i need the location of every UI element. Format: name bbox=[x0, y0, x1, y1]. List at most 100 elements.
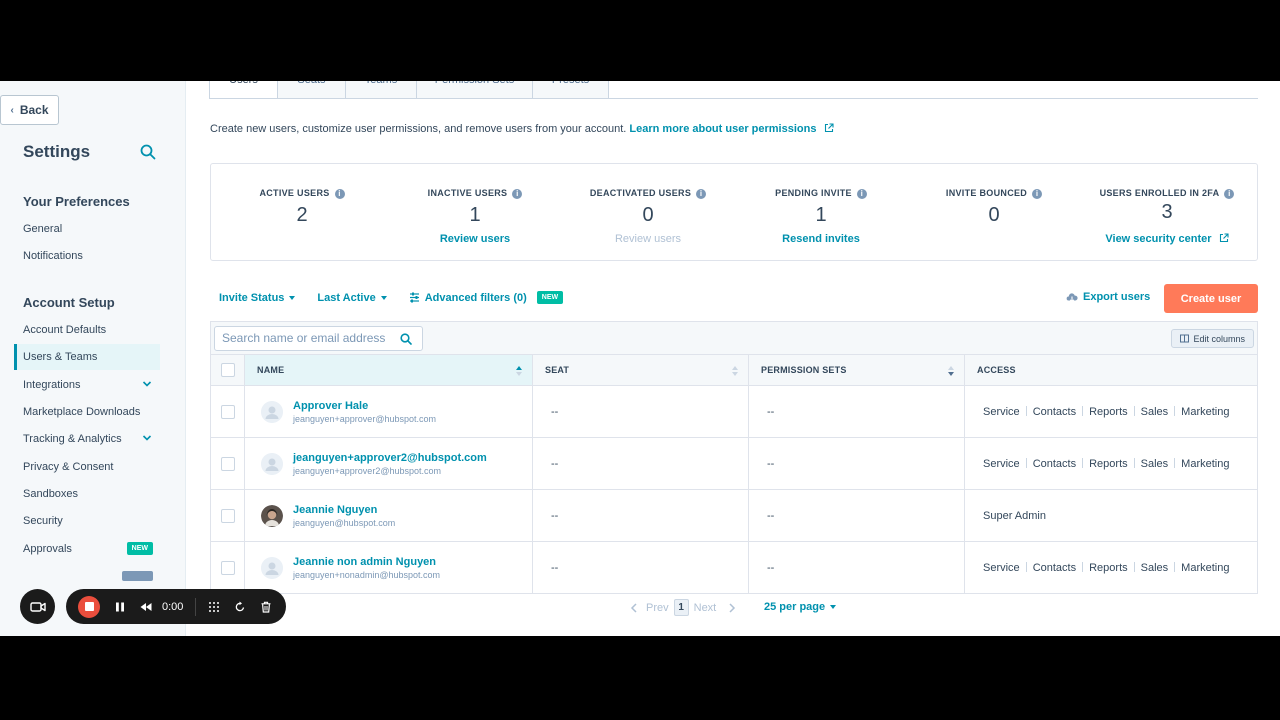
tab-teams[interactable]: Teams bbox=[345, 81, 417, 99]
select-all-checkbox[interactable] bbox=[221, 363, 235, 377]
stat-value: 1 bbox=[815, 204, 827, 226]
sidebar-item-privacy-consent[interactable]: Privacy & Consent bbox=[14, 454, 160, 480]
caret-down-icon bbox=[380, 295, 387, 300]
table-row[interactable]: jeanguyen+approver2@hubspot.com jeanguye… bbox=[210, 437, 1258, 490]
tab-presets[interactable]: Presets bbox=[532, 81, 609, 99]
default-user-icon bbox=[261, 452, 283, 475]
user-name-cell: jeanguyen+approver2@hubspot.com jeanguye… bbox=[244, 437, 533, 490]
row-select-cell bbox=[210, 489, 245, 542]
access-item: Service bbox=[983, 457, 1020, 470]
tab-users[interactable]: Users bbox=[209, 81, 278, 99]
sidebar-item-account-defaults[interactable]: Account Defaults bbox=[14, 317, 160, 343]
column-label: NAME bbox=[257, 365, 285, 375]
sort-ascending-icon bbox=[516, 366, 522, 376]
stop-recording-button[interactable] bbox=[78, 595, 100, 618]
export-users-button[interactable]: Export users bbox=[1066, 291, 1150, 303]
create-user-button[interactable]: Create user bbox=[1164, 284, 1258, 313]
select-all-header bbox=[210, 354, 245, 386]
row-checkbox[interactable] bbox=[221, 508, 235, 523]
sidebar-item-label: Tracking & Analytics bbox=[23, 433, 122, 445]
trash-icon[interactable] bbox=[260, 601, 272, 613]
stat-label: INVITE BOUNCED bbox=[945, 188, 1028, 198]
user-email: jeanguyen@hubspot.com bbox=[293, 517, 396, 528]
camera-toggle-button[interactable] bbox=[20, 589, 55, 624]
edit-columns-button[interactable]: Edit columns bbox=[1171, 329, 1254, 348]
advanced-filters-button[interactable]: Advanced filters (0) NEW bbox=[409, 291, 564, 304]
tab-seats[interactable]: Seats bbox=[277, 81, 346, 99]
sidebar-item-security[interactable]: Security bbox=[14, 508, 160, 534]
search-icon[interactable] bbox=[140, 144, 156, 160]
sidebar-item-marketplace-downloads[interactable]: Marketplace Downloads bbox=[14, 399, 160, 425]
permission-sets-cell: -- bbox=[748, 385, 965, 438]
sidebar-item-general[interactable]: General bbox=[14, 216, 160, 242]
pause-icon[interactable] bbox=[114, 601, 126, 613]
info-icon[interactable]: i bbox=[1032, 189, 1043, 199]
search-box bbox=[214, 326, 423, 351]
search-input[interactable] bbox=[222, 331, 392, 345]
user-email: jeanguyen+nonadmin@hubspot.com bbox=[293, 569, 440, 580]
per-page-select[interactable]: 25 per page bbox=[764, 601, 837, 613]
access-item: Contacts bbox=[1032, 561, 1077, 574]
column-seat[interactable]: SEAT bbox=[532, 354, 749, 386]
search-icon[interactable] bbox=[400, 333, 412, 345]
sidebar-item-notifications[interactable]: Notifications bbox=[14, 243, 160, 269]
invite-status-filter[interactable]: Invite Status bbox=[219, 292, 296, 304]
caret-down-icon bbox=[830, 605, 837, 609]
grid-dots-icon[interactable] bbox=[208, 601, 220, 613]
current-page[interactable]: 1 bbox=[673, 599, 689, 616]
sidebar-item-tracking-analytics[interactable]: Tracking & Analytics bbox=[14, 426, 160, 452]
access-cell: Super Admin bbox=[964, 489, 1258, 542]
user-name-link[interactable]: Jeannie non admin Nguyen bbox=[293, 556, 440, 568]
avatar bbox=[261, 400, 283, 423]
table-row[interactable]: Jeannie non admin Nguyen jeanguyen+nonad… bbox=[210, 541, 1258, 594]
stat-value: 2 bbox=[296, 204, 308, 226]
section-your-preferences: Your Preferences bbox=[23, 194, 130, 209]
back-button[interactable]: ‹ Back bbox=[0, 95, 59, 125]
row-checkbox[interactable] bbox=[221, 560, 235, 575]
stat-value: 0 bbox=[988, 204, 1000, 226]
stat-label: DEACTIVATED USERS bbox=[589, 188, 692, 198]
seat-cell: -- bbox=[532, 437, 749, 490]
section-account-setup: Account Setup bbox=[23, 295, 115, 310]
sidebar-item-integrations[interactable]: Integrations bbox=[14, 372, 160, 398]
sort-icon bbox=[948, 366, 954, 376]
main-content: Users Seats Teams Permission Sets Preset… bbox=[186, 81, 1280, 636]
seat-cell: -- bbox=[532, 541, 749, 594]
column-label: PERMISSION SETS bbox=[761, 365, 847, 375]
sidebar-item-approvals[interactable]: Approvals NEW bbox=[14, 536, 160, 562]
tab-permission-sets[interactable]: Permission Sets bbox=[416, 81, 533, 99]
access-item: Super Admin bbox=[983, 509, 1046, 522]
rewind-icon[interactable] bbox=[140, 601, 152, 613]
learn-more-link[interactable]: Learn more about user permissions bbox=[629, 123, 816, 135]
external-link-icon bbox=[824, 123, 834, 133]
access-item: Sales bbox=[1140, 405, 1169, 418]
column-name[interactable]: NAME bbox=[244, 354, 533, 386]
access-item: Sales bbox=[1140, 457, 1169, 470]
restart-icon[interactable] bbox=[234, 601, 246, 613]
user-name-link[interactable]: jeanguyen+approver2@hubspot.com bbox=[293, 452, 487, 464]
stat-label: ACTIVE USERS bbox=[259, 188, 330, 198]
last-active-filter[interactable]: Last Active bbox=[317, 292, 387, 304]
info-icon[interactable]: i bbox=[696, 189, 707, 199]
column-label: ACCESS bbox=[977, 365, 1016, 375]
user-name-link[interactable]: Jeannie Nguyen bbox=[293, 504, 395, 516]
review-inactive-users-link[interactable]: Review users bbox=[388, 233, 562, 245]
prev-page-button: Prev bbox=[646, 601, 669, 614]
table-row[interactable]: Approver Hale jeanguyen+approver@hubspot… bbox=[210, 385, 1258, 438]
sidebar-item-sandboxes[interactable]: Sandboxes bbox=[14, 481, 160, 507]
sidebar-item-users-teams[interactable]: Users & Teams bbox=[14, 344, 160, 370]
info-icon[interactable]: i bbox=[1224, 189, 1235, 199]
description-text: Create new users, customize user permiss… bbox=[210, 123, 627, 135]
row-checkbox[interactable] bbox=[221, 404, 235, 419]
row-checkbox[interactable] bbox=[221, 456, 235, 471]
info-icon[interactable]: i bbox=[512, 189, 523, 199]
column-permission-sets[interactable]: PERMISSION SETS bbox=[748, 354, 965, 386]
table-row[interactable]: Jeannie Nguyen jeanguyen@hubspot.com -- … bbox=[210, 489, 1258, 542]
access-item: Marketing bbox=[1181, 457, 1230, 470]
view-security-center-link[interactable]: View security center bbox=[1080, 233, 1254, 245]
info-icon[interactable]: i bbox=[334, 189, 345, 199]
info-icon[interactable]: i bbox=[856, 189, 867, 199]
user-name-link[interactable]: Approver Hale bbox=[293, 400, 436, 412]
filter-bar: Invite Status Last Active Advanced filte… bbox=[219, 291, 585, 304]
resend-invites-link[interactable]: Resend invites bbox=[734, 233, 908, 245]
